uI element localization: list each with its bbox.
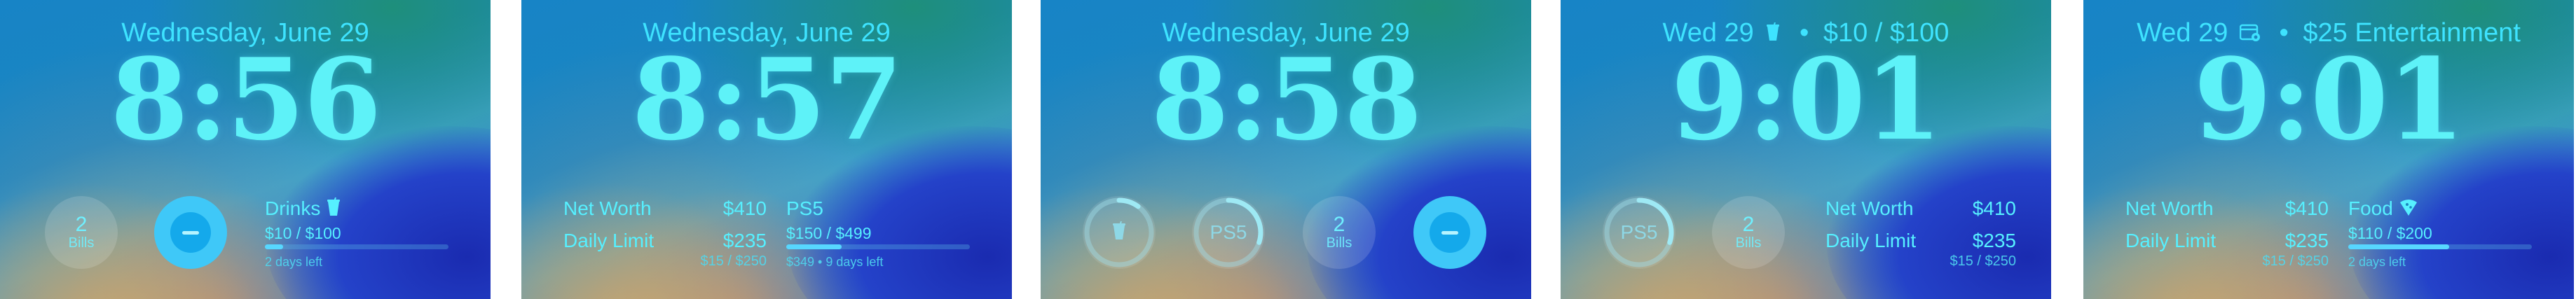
bills-widget[interactable]: 2 Bills: [1712, 196, 1785, 269]
minus-icon: [1430, 212, 1470, 253]
minus-icon: [170, 212, 211, 253]
daily-limit-sub: $15 / $250: [2262, 253, 2329, 269]
cup-icon: [326, 197, 341, 222]
clock-time: 8:57: [631, 34, 903, 165]
net-worth-value: $410: [722, 197, 767, 219]
lock-screen-4: Wed 29 • $10 / $100 9:01 PS5 2 Bills Net…: [1561, 0, 2051, 299]
net-worth-label: Net Worth: [1825, 197, 1914, 219]
clock-time: 8:58: [1151, 34, 1422, 165]
goal-title[interactable]: PS5: [786, 197, 823, 220]
daily-limit-label: Daily Limit: [2125, 230, 2217, 251]
lock-screen-3: Wednesday, June 29 8:58 PS5 2 Bills: [1041, 0, 1531, 299]
lock-screen-5: Wed 29 • $25 Entertainment 9:01 Net Wort…: [2083, 0, 2574, 299]
daily-limit-value: $235: [1972, 230, 2016, 251]
budget-title-label: Drinks: [265, 197, 321, 219]
bills-widget[interactable]: 2 Bills: [45, 196, 118, 269]
ps5-ring-label: PS5: [1210, 221, 1247, 243]
ps5-ring-widget[interactable]: PS5: [1192, 196, 1265, 269]
ps5-ring-label: PS5: [1620, 221, 1658, 243]
budget-remaining: 2 days left: [2348, 255, 2406, 269]
goal-detail: $349 • 9 days left: [786, 255, 884, 269]
daily-limit-label: Daily Limit: [1825, 230, 1917, 251]
bills-label: Bills: [1326, 235, 1352, 251]
budget-widget-title[interactable]: Food: [2348, 197, 2418, 221]
budget-widget-title[interactable]: Drinks: [265, 197, 341, 222]
lock-screen-1: Wednesday, June 29 8:56 2 Bills Drinks $…: [0, 0, 491, 299]
daily-limit-value: $235: [2284, 230, 2329, 251]
budget-amount: $10 / $100: [265, 224, 341, 242]
net-worth-value: $410: [1972, 197, 2016, 219]
daily-limit-value: $235: [722, 230, 767, 251]
pizza-icon: [2399, 198, 2418, 221]
budget-progress-bar: [2348, 244, 2532, 249]
goal-amount: $150 / $499: [786, 224, 872, 242]
net-worth-value: $410: [2284, 197, 2329, 219]
net-worth-label: Net Worth: [563, 197, 652, 219]
clock-time: 9:01: [1671, 34, 1942, 165]
bills-count: 2: [1742, 212, 1755, 236]
cup-icon: [1111, 221, 1127, 244]
bills-count: 2: [75, 212, 88, 236]
budget-remaining: 2 days left: [265, 255, 323, 269]
lock-screen-2: Wednesday, June 29 8:57 Net Worth $410 D…: [521, 0, 1012, 299]
bills-count: 2: [1333, 212, 1345, 236]
bills-label: Bills: [1735, 235, 1762, 251]
drinks-ring-widget[interactable]: [1083, 196, 1156, 269]
budget-title-label: Food: [2348, 197, 2393, 219]
quick-add-button[interactable]: [154, 196, 227, 269]
quick-add-button[interactable]: [1413, 196, 1486, 269]
clock-time: 8:56: [110, 34, 381, 165]
budget-amount: $110 / $200: [2348, 224, 2432, 242]
net-worth-label: Net Worth: [2125, 197, 2214, 219]
daily-limit-sub: $15 / $250: [700, 253, 767, 269]
bills-widget[interactable]: 2 Bills: [1303, 196, 1376, 269]
bills-label: Bills: [68, 235, 95, 251]
ps5-ring-widget[interactable]: PS5: [1603, 196, 1676, 269]
goal-progress-bar: [786, 244, 970, 249]
budget-progress-bar: [265, 244, 448, 249]
daily-limit-sub: $15 / $250: [1950, 253, 2016, 269]
clock-time: 9:01: [2193, 34, 2465, 165]
daily-limit-label: Daily Limit: [563, 230, 655, 251]
